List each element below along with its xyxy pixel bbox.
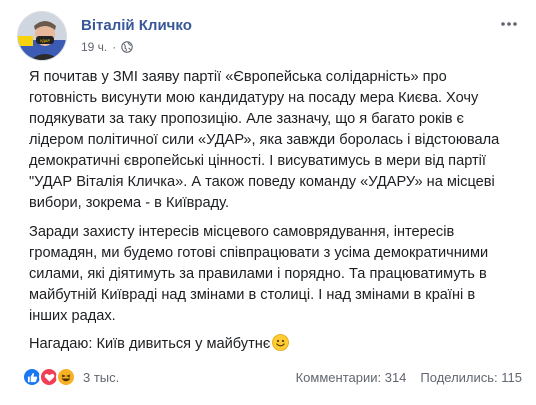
author-name[interactable]: Віталій Кличко (81, 17, 192, 34)
post-time[interactable]: 19 ч. (81, 40, 107, 54)
post-header: УДАР Віталій Кличко 19 ч. · (17, 11, 527, 63)
reaction-count[interactable]: 3 тыс. (83, 370, 119, 385)
avatar-icon[interactable]: УДАР (17, 11, 67, 61)
shares-count[interactable]: Поделились: 115 (420, 370, 522, 385)
post-meta: 19 ч. · (81, 40, 134, 54)
post-paragraph-3: Нагадаю: Київ дивиться у майбутнє (29, 334, 509, 355)
post-body: Я почитав у ЗМІ заяву партії «Європейськ… (29, 67, 509, 363)
comments-count[interactable]: Комментарии: 314 (296, 370, 407, 385)
svg-text:УДАР: УДАР (40, 38, 51, 43)
post-stats: Комментарии: 314 Поделились: 115 (296, 370, 522, 385)
smile-emoji-icon (272, 334, 290, 351)
reactions-summary[interactable]: 3 тыс. (22, 367, 119, 387)
post-footer: 3 тыс. Комментарии: 314 Поделились: 115 (22, 367, 522, 389)
post-paragraph-1: Я почитав у ЗМІ заяву партії «Європейськ… (29, 69, 500, 211)
post-paragraph-3-text: Нагадаю: Київ дивиться у майбутнє (29, 336, 271, 352)
meta-separator: · (112, 40, 117, 54)
globe-icon[interactable] (121, 41, 134, 53)
more-icon[interactable] (497, 14, 521, 34)
post-paragraph-2: Заради захисту інтересів місцевого самов… (29, 223, 489, 324)
haha-icon[interactable] (56, 367, 76, 387)
